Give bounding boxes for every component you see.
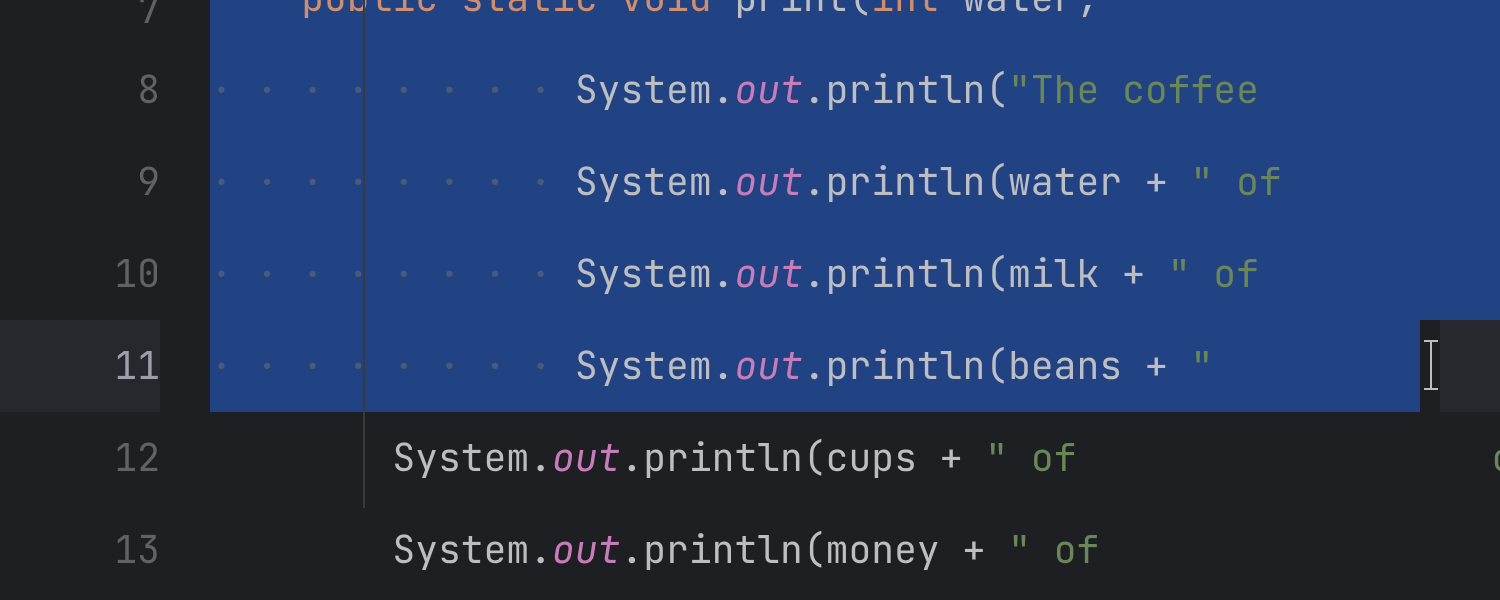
code-token: static (461, 0, 621, 23)
code-line[interactable]: · · · · · · · · System.out.println("The … (210, 44, 1500, 136)
code-token: cups (826, 433, 940, 483)
code-token: beans (1008, 341, 1145, 391)
code-token: milk (1008, 249, 1122, 299)
code-token: System (575, 65, 712, 115)
code-token: ( (803, 525, 826, 575)
code-token: . (712, 65, 735, 115)
code-token: . (803, 65, 826, 115)
code-token: println (643, 525, 803, 575)
code-token: println (826, 249, 986, 299)
code-token: water (1008, 157, 1145, 207)
code-token: System (392, 525, 529, 575)
line-number[interactable]: 7 (0, 0, 160, 44)
code-token: " (1191, 341, 1237, 391)
code-token: . (803, 341, 826, 391)
code-token: " of (1008, 525, 1099, 575)
code-token: System (575, 341, 712, 391)
code-token: . (620, 433, 643, 483)
code-token: . (712, 157, 735, 207)
code-token: . (620, 525, 643, 575)
code-token: . (529, 525, 552, 575)
code-token: , (1076, 0, 1099, 23)
code-line[interactable]: System.out.println(money + " of (210, 504, 1500, 596)
code-token (210, 0, 301, 23)
code-token: water (962, 0, 1076, 23)
code-token: money (826, 525, 963, 575)
code-token: println (826, 157, 986, 207)
line-number[interactable]: 13 (0, 504, 160, 596)
text-cursor-icon (1430, 340, 1432, 390)
code-token: " of (1191, 157, 1282, 207)
line-number[interactable]: 12 (0, 412, 160, 504)
code-token: . (712, 341, 735, 391)
code-token: System (575, 249, 712, 299)
line-11-tail: of (1440, 320, 1500, 412)
code-token: · · · · · · · · (210, 157, 575, 207)
code-token: · · · · · · · · (210, 249, 575, 299)
code-token: . (803, 249, 826, 299)
code-token: · · · · · · · · (210, 65, 575, 115)
code-token (210, 525, 392, 575)
code-token: System (575, 157, 712, 207)
code-token: public (301, 0, 461, 23)
line-number[interactable]: 8 (0, 44, 160, 136)
code-token: · · · · · · · · (210, 341, 575, 391)
code-token: " of (985, 433, 1099, 483)
line-number[interactable]: 10 (0, 228, 160, 320)
indent-guide (363, 0, 365, 508)
code-token: ( (985, 341, 1008, 391)
code-token (210, 433, 392, 483)
code-token: + (1145, 341, 1191, 391)
code-token: "The coffee (1008, 65, 1282, 115)
code-token: out (552, 433, 620, 483)
code-token: out (734, 249, 802, 299)
code-token: ( (985, 65, 1008, 115)
code-token: ( (803, 433, 826, 483)
code-token: println (826, 341, 986, 391)
code-editor[interactable]: 78910111213 public static void print(int… (0, 0, 1500, 600)
code-token: out (734, 157, 802, 207)
code-token: print (734, 0, 848, 23)
code-line[interactable]: public static void print(int water, (210, 0, 1500, 44)
code-token: println (643, 433, 803, 483)
code-token: . (803, 157, 826, 207)
code-token: println (826, 65, 986, 115)
code-token: out (552, 525, 620, 575)
code-token: System (392, 433, 529, 483)
code-token: . (529, 433, 552, 483)
code-token: ( (985, 249, 1008, 299)
string-token: of (1492, 433, 1500, 483)
code-token: + (1122, 249, 1168, 299)
code-line[interactable]: · · · · · · · · System.out.println(beans… (210, 320, 1500, 412)
code-token: . (712, 249, 735, 299)
code-line[interactable]: System.out.println(cups + " of (210, 412, 1500, 504)
code-token: + (962, 525, 1008, 575)
code-token: int (871, 0, 962, 23)
code-area[interactable]: public static void print(int water,· · ·… (210, 0, 1500, 600)
code-token: out (734, 341, 802, 391)
code-token: void (620, 0, 734, 23)
line-number[interactable]: 11 (0, 320, 160, 412)
code-token: + (1145, 157, 1191, 207)
code-token: ( (985, 157, 1008, 207)
code-token: " of (1168, 249, 1282, 299)
code-line[interactable]: · · · · · · · · System.out.println(water… (210, 136, 1500, 228)
gutter: 78910111213 (0, 0, 210, 600)
line-number[interactable]: 9 (0, 136, 160, 228)
code-token: + (940, 433, 986, 483)
code-line[interactable]: · · · · · · · · System.out.println(milk … (210, 228, 1500, 320)
code-token: ( (848, 0, 871, 23)
code-token: out (734, 65, 802, 115)
